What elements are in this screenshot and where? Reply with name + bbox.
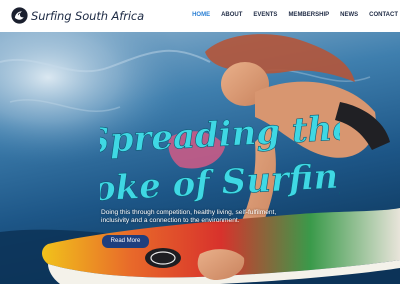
hero-banner: Spreading the stoke of Surfing! Doing th… [0, 32, 400, 284]
site-logo[interactable]: Surfing South Africa [11, 7, 144, 24]
nav-membership[interactable]: MEMBERSHIP [288, 11, 329, 19]
hero-headline: Spreading the stoke of Surfing! [100, 108, 340, 212]
surf-wave-circle-icon [11, 7, 28, 24]
site-header: Surfing South Africa HOME ABOUT EVENTS M… [0, 0, 400, 32]
nav-about[interactable]: ABOUT [221, 11, 242, 19]
site-name: Surfing South Africa [31, 8, 145, 23]
main-nav: HOME ABOUT EVENTS MEMBERSHIP NEWS CONTAC… [181, 11, 398, 19]
nav-home[interactable]: HOME [192, 11, 210, 19]
nav-news[interactable]: NEWS [340, 11, 358, 19]
hero-subtext: Doing this through competition, healthy … [101, 209, 277, 225]
nav-events[interactable]: EVENTS [253, 11, 277, 19]
nav-contact[interactable]: CONTACT [369, 11, 398, 19]
hero-headline-line-2: stoke of Surfing! [100, 155, 340, 212]
hero-headline-line-1: Spreading the [100, 108, 340, 162]
read-more-button[interactable]: Read More [102, 235, 149, 248]
